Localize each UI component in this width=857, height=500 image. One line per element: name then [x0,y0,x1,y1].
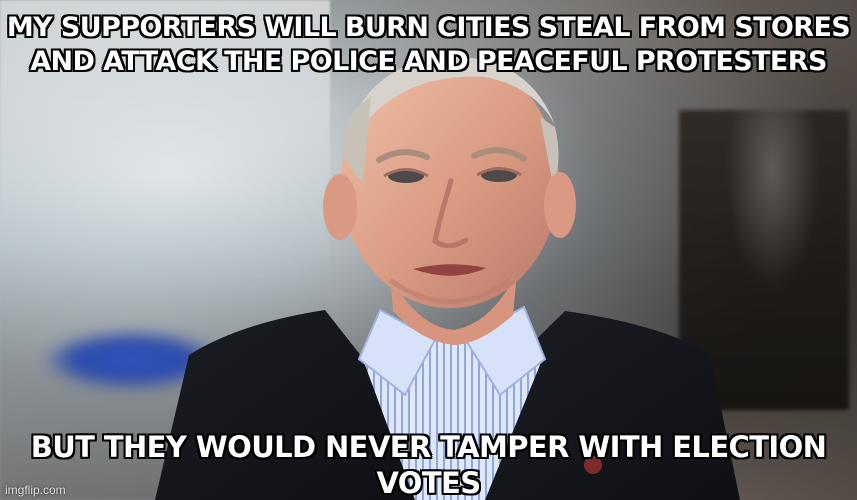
man-portrait [155,56,740,500]
lapel-pin [584,456,602,474]
imgflip-watermark: imgflip.com [5,483,66,497]
meme-image: MY SUPPORTERS WILL BURN CITIES STEAL FRO… [0,0,857,500]
right-ear [544,172,576,238]
left-ear [323,174,357,240]
